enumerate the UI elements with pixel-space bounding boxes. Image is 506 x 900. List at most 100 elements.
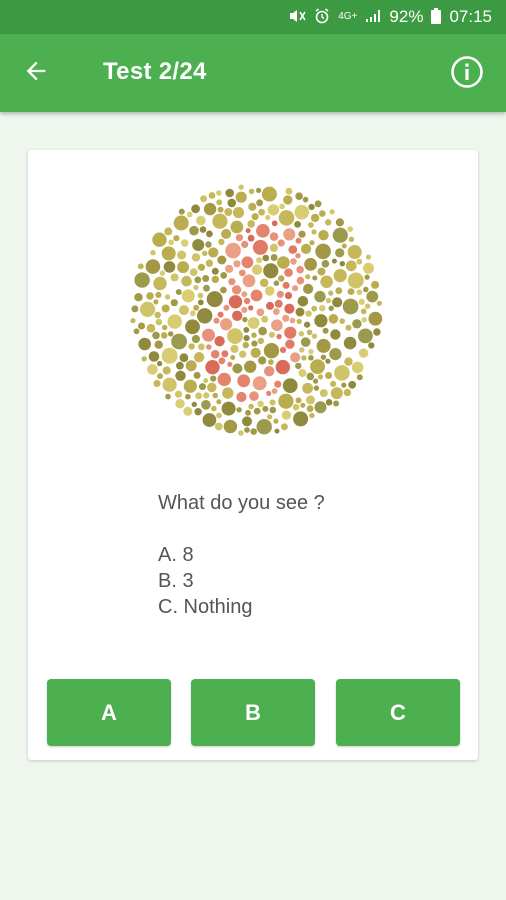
plate-dot xyxy=(193,352,205,363)
plate-dot xyxy=(368,342,375,349)
plate-dot xyxy=(242,416,252,427)
plate-dot xyxy=(235,234,243,242)
plate-dot xyxy=(296,276,305,285)
answer-a-button[interactable]: A xyxy=(47,679,171,746)
plate-dot xyxy=(153,299,159,305)
plate-dot xyxy=(309,240,315,246)
plate-dot xyxy=(245,228,251,234)
plate-dot xyxy=(314,290,326,303)
plate-dot xyxy=(314,401,327,414)
plate-dot xyxy=(308,355,314,361)
plate-dot xyxy=(131,305,139,313)
plate-dot xyxy=(266,390,272,396)
plate-dot xyxy=(216,399,222,405)
plate-dot xyxy=(330,329,341,340)
plate-dot xyxy=(154,311,161,319)
plate-dot xyxy=(290,258,297,265)
plate-dot xyxy=(197,299,204,306)
plate-dot xyxy=(347,226,353,232)
plate-dot xyxy=(138,337,151,351)
plate-dot xyxy=(247,220,255,228)
plate-dot xyxy=(146,292,154,300)
plate-dot xyxy=(242,316,248,323)
plate-dot xyxy=(277,256,290,269)
ishihara-plate xyxy=(130,184,383,436)
plate-dot xyxy=(288,245,298,254)
page-title: Test 2/24 xyxy=(103,58,207,85)
answer-c-button[interactable]: C xyxy=(336,679,460,746)
plate-dot xyxy=(194,276,202,284)
plate-dot xyxy=(221,401,236,416)
plate-dot xyxy=(217,311,224,318)
plate-dot xyxy=(285,339,295,349)
plate-dot xyxy=(285,187,293,195)
plate-dot xyxy=(325,358,331,364)
option-a: A. 8 xyxy=(158,544,194,566)
plate-dot xyxy=(319,304,326,312)
plate-dot xyxy=(345,324,352,331)
plate-dot xyxy=(175,289,182,295)
alarm-icon xyxy=(314,8,330,26)
plate-dot xyxy=(248,188,255,195)
plate-dot xyxy=(289,317,296,324)
plate-dot xyxy=(263,263,279,279)
plate-dot xyxy=(282,281,290,289)
plate-dot xyxy=(241,240,249,248)
answer-b-button[interactable]: B xyxy=(191,679,315,746)
plate-dot xyxy=(329,348,342,361)
plate-dot xyxy=(294,221,301,228)
plate-dot xyxy=(197,263,206,271)
plate-dot xyxy=(241,291,248,298)
test-card: What do you see ? A. 8 B. 3 C. Nothing A… xyxy=(28,150,478,760)
plate-dot xyxy=(325,399,333,406)
plate-dot xyxy=(186,211,193,218)
plate-dot xyxy=(220,272,228,279)
plate-dot xyxy=(342,298,359,315)
plate-dot xyxy=(220,286,227,294)
plate-dot xyxy=(248,305,254,311)
plate-dot xyxy=(197,308,213,324)
plate-dot xyxy=(252,376,267,391)
plate-dot xyxy=(280,346,287,354)
network-4g-icon: 4G+ xyxy=(338,11,358,22)
plate-dot xyxy=(138,322,145,330)
plate-dot xyxy=(146,323,156,333)
plate-dot xyxy=(210,375,217,382)
plate-dot xyxy=(306,329,313,336)
plate-dot xyxy=(249,391,259,401)
plate-dot xyxy=(218,238,225,246)
plate-dot xyxy=(202,275,210,282)
plate-dot xyxy=(134,272,150,288)
plate-dot xyxy=(191,204,200,214)
plate-dot xyxy=(317,267,326,276)
plate-dot xyxy=(320,354,327,360)
plate-dot xyxy=(202,250,208,256)
plate-dot xyxy=(174,390,183,398)
plate-dot xyxy=(356,374,363,381)
plate-dot xyxy=(268,331,275,338)
back-button[interactable] xyxy=(20,57,52,89)
plate-dot xyxy=(189,268,198,277)
plate-dot xyxy=(150,250,156,256)
plate-dot xyxy=(210,349,220,359)
plate-dot xyxy=(332,297,343,308)
plate-dot xyxy=(194,408,202,416)
plate-dot xyxy=(197,292,204,299)
option-b: B. 3 xyxy=(158,570,194,592)
plate-dot xyxy=(221,228,232,239)
plate-dot xyxy=(295,192,303,200)
plate-dot xyxy=(358,348,369,358)
plate-dot xyxy=(206,344,212,350)
plate-dot xyxy=(216,199,223,206)
plate-dot xyxy=(216,412,222,419)
plate-dot xyxy=(193,371,201,379)
info-button[interactable] xyxy=(450,55,484,91)
plate-dot xyxy=(251,332,257,338)
plate-dot xyxy=(134,293,143,302)
plate-dot xyxy=(251,213,259,221)
plate-dot xyxy=(179,353,189,363)
plate-dot xyxy=(308,203,315,211)
plate-dot xyxy=(238,184,244,190)
plate-dot xyxy=(217,372,231,387)
plate-dot xyxy=(319,210,326,217)
